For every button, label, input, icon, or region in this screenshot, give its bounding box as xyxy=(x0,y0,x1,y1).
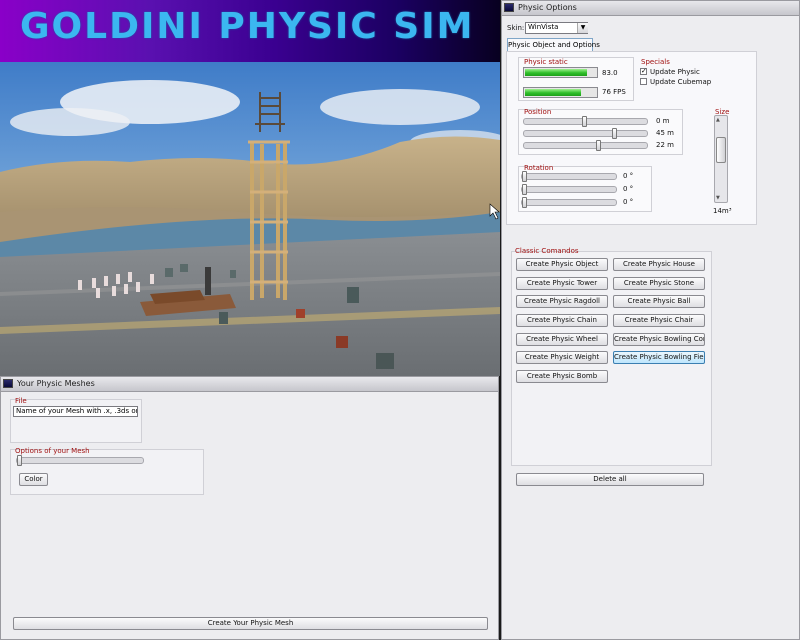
delete-all-button[interactable]: Delete all xyxy=(516,473,704,486)
tab-content-panel: Physic static 83.0 76 FPS Specials ✓ Upd… xyxy=(506,51,757,225)
position-z-thumb[interactable] xyxy=(596,140,602,151)
rotation-x-slider[interactable] xyxy=(521,171,617,182)
chevron-down-icon[interactable]: ▼ xyxy=(716,195,720,201)
mesh-options-thumb[interactable] xyxy=(17,455,22,466)
physic-speed-value: 83.0 xyxy=(602,69,618,77)
rotation-y-value: 0 ° xyxy=(623,185,634,193)
size-scrollbar[interactable]: ▲ ▼ xyxy=(714,115,728,203)
create-physic-bomb-button[interactable]: Create Physic Bomb xyxy=(516,370,608,383)
rotation-x-thumb[interactable] xyxy=(522,171,527,182)
create-physic-mesh-button[interactable]: Create Your Physic Mesh xyxy=(13,617,488,630)
position-z-value: 22 m xyxy=(656,141,674,149)
rotation-z-thumb[interactable] xyxy=(522,197,527,208)
create-physic-tower-button[interactable]: Create Physic Tower xyxy=(516,277,608,290)
mesh-options-slider[interactable] xyxy=(16,455,144,466)
create-physic-bowling-cone-button[interactable]: Create Physic Bowling Cone xyxy=(613,333,705,346)
create-physic-ragdoll-button[interactable]: Create Physic Ragdoll xyxy=(516,295,608,308)
physic-meshes-window: Your Physic Meshes File Name of your Mes… xyxy=(0,376,499,640)
position-z-slider[interactable] xyxy=(523,140,648,151)
window-icon xyxy=(504,3,514,12)
chevron-down-icon[interactable]: ▼ xyxy=(577,23,588,33)
create-physic-bowling-field-button[interactable]: Create Physic Bowling Field xyxy=(613,351,705,364)
create-physic-stone-button[interactable]: Create Physic Stone xyxy=(613,277,705,290)
create-physic-chair-button[interactable]: Create Physic Chair xyxy=(613,314,705,327)
create-physic-ball-button[interactable]: Create Physic Ball xyxy=(613,295,705,308)
classic-commands-label: Classic Comandos xyxy=(515,247,579,255)
rotation-x-value: 0 ° xyxy=(623,172,634,180)
physic-static-label: Physic static xyxy=(524,58,568,66)
scene-render xyxy=(0,62,500,376)
color-button[interactable]: Color xyxy=(19,473,48,486)
physic-meshes-title: Your Physic Meshes xyxy=(17,379,95,388)
3d-viewport[interactable] xyxy=(0,62,500,376)
physic-options-titlebar[interactable]: Physic Options xyxy=(502,1,799,16)
position-y-value: 45 m xyxy=(656,129,674,137)
position-x-thumb[interactable] xyxy=(582,116,587,127)
rotation-z-slider[interactable] xyxy=(521,197,617,208)
rotation-y-slider[interactable] xyxy=(521,184,617,195)
position-x-slider[interactable] xyxy=(523,116,648,127)
create-physic-house-button[interactable]: Create Physic House xyxy=(613,258,705,271)
mesh-options-label: Options of your Mesh xyxy=(15,447,90,455)
create-physic-object-button[interactable]: Create Physic Object xyxy=(516,258,608,271)
app-title: GOLDINI PHYSIC SIM xyxy=(20,6,475,47)
size-scrollbar-thumb[interactable] xyxy=(716,137,726,164)
update-physic-label: Update Physic xyxy=(650,68,700,76)
physic-options-title: Physic Options xyxy=(518,3,577,12)
fps-bar xyxy=(523,87,598,98)
rotation-z-value: 0 ° xyxy=(623,198,634,206)
update-physic-checkbox[interactable]: ✓ xyxy=(640,68,647,75)
rotation-label: Rotation xyxy=(524,164,554,172)
update-cubemap-checkbox[interactable] xyxy=(640,78,647,85)
specials-label: Specials xyxy=(641,58,670,66)
physic-options-window: Physic Options Skin: WinVista ▼ Physic O… xyxy=(501,0,800,640)
chevron-up-icon[interactable]: ▲ xyxy=(716,117,720,123)
fps-fill xyxy=(525,89,582,96)
position-y-thumb[interactable] xyxy=(611,128,617,139)
physic-speed-bar xyxy=(523,67,598,78)
tab-label: Physic Object and Options xyxy=(508,41,600,49)
window-icon xyxy=(3,379,13,388)
fps-value: 76 FPS xyxy=(602,88,626,96)
mesh-file-input[interactable]: Name of your Mesh with .x, .3ds or .b3d xyxy=(13,406,138,417)
position-y-slider[interactable] xyxy=(523,128,648,139)
size-value: 14m³ xyxy=(713,207,732,215)
physic-meshes-titlebar[interactable]: Your Physic Meshes xyxy=(1,377,498,392)
create-physic-wheel-button[interactable]: Create Physic Wheel xyxy=(516,333,608,346)
rotation-y-thumb[interactable] xyxy=(522,184,527,195)
position-label: Position xyxy=(524,108,552,116)
physic-speed-fill xyxy=(525,69,588,76)
position-x-value: 0 m xyxy=(656,117,670,125)
skin-select-value: WinVista xyxy=(528,23,559,31)
tab-physic-object-options[interactable]: Physic Object and Options xyxy=(507,38,600,52)
file-label: File xyxy=(15,397,27,405)
mesh-options-group xyxy=(10,449,204,495)
create-physic-chain-button[interactable]: Create Physic Chain xyxy=(516,314,608,327)
update-cubemap-label: Update Cubemap xyxy=(650,78,712,86)
skin-label: Skin: xyxy=(507,24,525,32)
create-physic-weight-button[interactable]: Create Physic Weight xyxy=(516,351,608,364)
